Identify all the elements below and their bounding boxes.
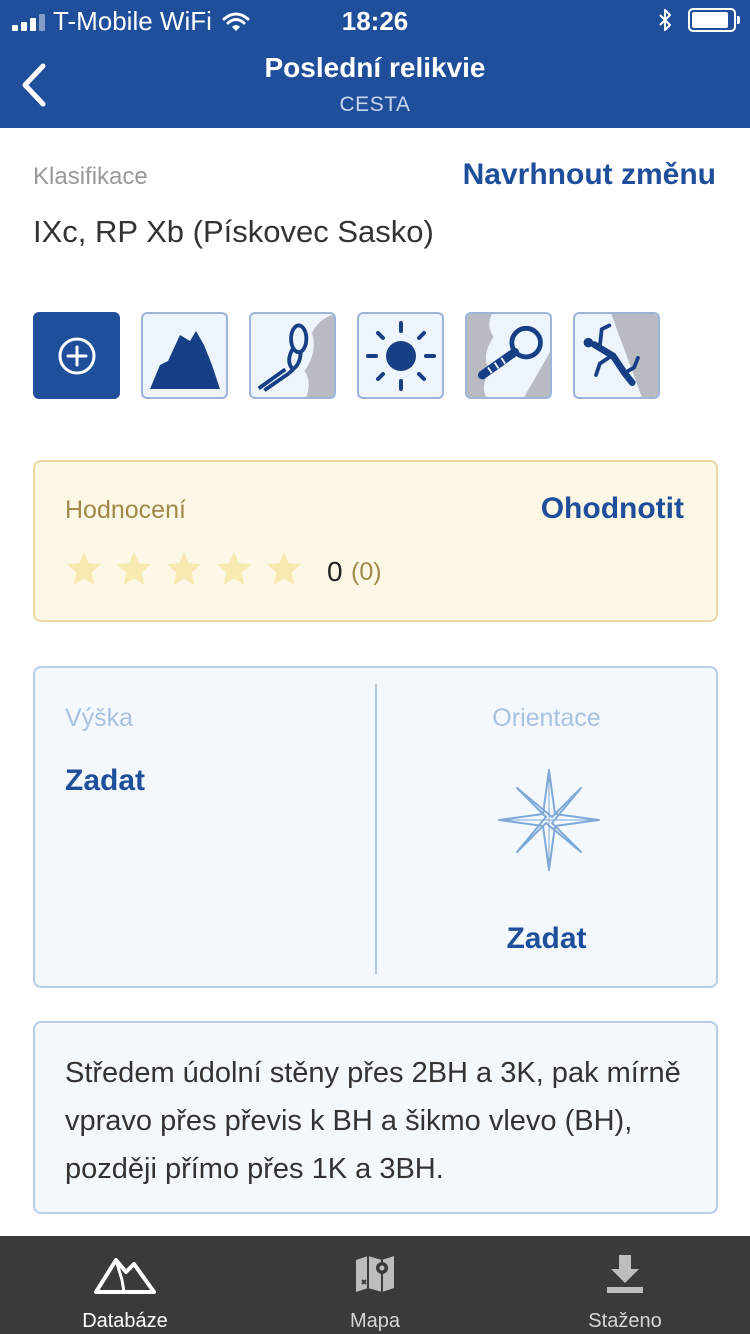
star-icon[interactable]: [215, 550, 253, 588]
add-icon: [58, 337, 95, 374]
sun-icon: [365, 320, 436, 391]
height-enter-button[interactable]: Zadat: [65, 764, 145, 798]
orientation-enter-button[interactable]: Zadat: [377, 922, 716, 956]
mountain-icon: [149, 330, 220, 389]
page-title: Poslední relikvie: [264, 52, 486, 83]
orientation-label: Orientace: [492, 704, 601, 732]
feature-tile-bolt[interactable]: [465, 312, 552, 399]
tab-label-database: Databáze: [82, 1310, 168, 1332]
status-right-group: [658, 8, 740, 32]
description-card: Středem údolní stěny přes 2BH a 3K, pak …: [33, 1021, 718, 1214]
battery-icon: [688, 8, 740, 32]
tab-label-downloads: Staženo: [588, 1310, 662, 1332]
suggest-change-button[interactable]: Navrhnout změnu: [463, 158, 716, 192]
status-bar: T-Mobile WiFi 18:26: [0, 0, 750, 40]
top-navigation-bar: T-Mobile WiFi 18:26 Poslední relikvie CE…: [0, 0, 750, 128]
compass-rose-icon: [498, 769, 600, 871]
tab-label-map: Mapa: [349, 1310, 401, 1332]
download-icon: [607, 1255, 643, 1293]
feature-tile-mountain[interactable]: [141, 312, 228, 399]
page-subtitle: CESTA: [339, 93, 411, 116]
rating-card: Hodnocení Ohodnotit 0 (0): [33, 460, 718, 622]
star-icon[interactable]: [65, 550, 103, 588]
map-icon: [356, 1256, 394, 1292]
status-time: 18:26: [341, 6, 409, 36]
tab-downloads[interactable]: Staženo: [500, 1236, 750, 1334]
tab-icon-wrapper: [593, 1250, 657, 1298]
feature-tile-rope[interactable]: [249, 312, 336, 399]
bottom-tab-bar: Databáze Mapa Staženo: [0, 1236, 750, 1334]
climber-icon: [583, 314, 658, 397]
rope-icon: [257, 314, 334, 397]
classification-label: Klasifikace: [33, 163, 148, 190]
rate-button[interactable]: Ohodnotit: [541, 492, 684, 526]
tab-icon-wrapper: [343, 1250, 407, 1298]
route-description: Středem údolní stěny přes 2BH a 3K, pak …: [65, 1057, 681, 1185]
star-icon[interactable]: [265, 550, 303, 588]
tab-database[interactable]: Databáze: [0, 1236, 250, 1334]
battery-fill: [692, 12, 728, 28]
feature-tile-sun[interactable]: [357, 312, 444, 399]
star-icon[interactable]: [165, 550, 203, 588]
feature-icon-row: [33, 312, 660, 399]
bolt-icon: [467, 314, 550, 397]
rating-count: (0): [351, 558, 382, 586]
feature-tile-climber[interactable]: [573, 312, 660, 399]
rating-value: 0: [327, 556, 343, 587]
rating-stars: [65, 550, 303, 588]
rating-label: Hodnocení: [65, 496, 186, 524]
tab-map[interactable]: Mapa: [250, 1236, 500, 1334]
tab-icon-wrapper: [93, 1250, 157, 1298]
height-label: Výška: [65, 704, 134, 732]
star-icon[interactable]: [115, 550, 153, 588]
add-feature-button[interactable]: [33, 312, 120, 399]
height-orientation-card: Výška Zadat Orientace Zadat: [33, 666, 718, 988]
grade-value: IXc, RP Xb (Pískovec Sasko): [33, 214, 434, 249]
bluetooth-icon: [659, 9, 671, 31]
mountains-icon: [94, 1258, 156, 1294]
